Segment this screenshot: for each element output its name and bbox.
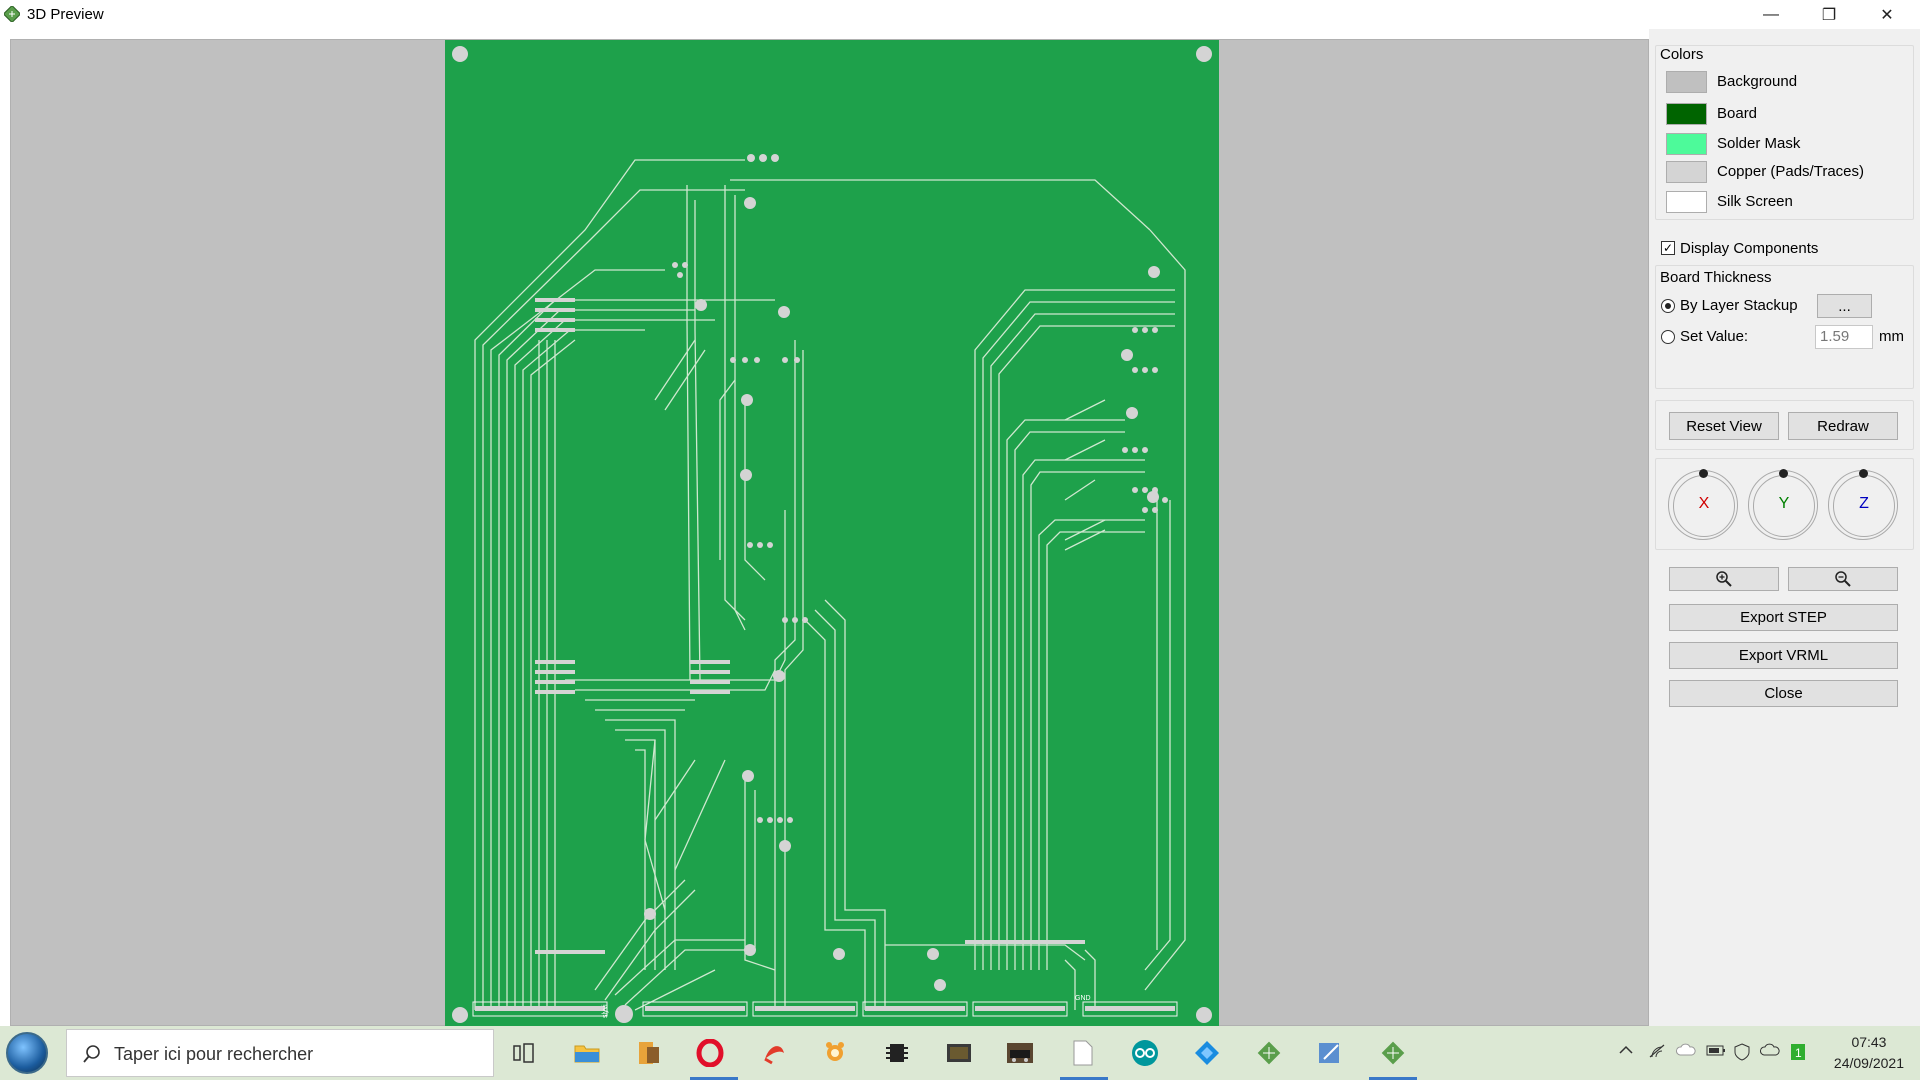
z-rotation-dial[interactable]: Z: [1828, 469, 1898, 540]
board-thickness-title: Board Thickness: [1660, 269, 1772, 286]
office-app-icon[interactable]: [632, 1036, 666, 1070]
silk-tag-label: slyvi: [602, 1004, 609, 1018]
clock-time: 07:43: [1851, 1034, 1887, 1050]
close-button[interactable]: Close: [1669, 680, 1898, 707]
zoom-out-icon: [1835, 571, 1851, 587]
title-bar: 3D Preview — ❐ ✕: [0, 0, 1920, 29]
task-view-icon[interactable]: [507, 1036, 541, 1070]
pcb-designer-icon[interactable]: [1252, 1036, 1286, 1070]
display-components-checkbox[interactable]: ✓: [1661, 241, 1675, 255]
opera-browser-icon[interactable]: [693, 1036, 727, 1070]
color-swatch-background[interactable]: [1666, 71, 1707, 93]
colors-title: Colors: [1660, 46, 1704, 63]
chip-tool-icon[interactable]: [880, 1036, 914, 1070]
by-layer-stackup-label: By Layer Stackup: [1680, 297, 1798, 314]
export-step-button[interactable]: Export STEP: [1669, 604, 1898, 631]
app-icon: [4, 6, 20, 22]
redraw-button[interactable]: Redraw: [1788, 412, 1898, 440]
svg-text:1: 1: [1795, 1046, 1802, 1060]
color-label: Solder Mask: [1717, 135, 1801, 152]
display-components-label: Display Components: [1680, 240, 1819, 257]
silk-gnd-label: GND: [1075, 995, 1091, 1002]
by-layer-stackup-radio[interactable]: [1661, 299, 1675, 313]
color-swatch-board[interactable]: [1666, 103, 1707, 125]
layer-stackup-button[interactable]: ...: [1817, 294, 1872, 318]
search-placeholder: Taper ici pour rechercher: [114, 1044, 314, 1064]
set-value-label: Set Value:: [1680, 328, 1749, 345]
z-dial-label: Z: [1859, 495, 1869, 512]
color-label: Board: [1717, 105, 1758, 122]
taskbar-clock[interactable]: 07:43 24/09/2021: [1834, 1032, 1904, 1074]
window-title: 3D Preview: [27, 6, 104, 23]
blank-document-icon[interactable]: [1066, 1036, 1100, 1070]
onedrive-cloud-icon[interactable]: [1676, 1043, 1696, 1061]
y-rotation-dial[interactable]: Y: [1748, 469, 1818, 540]
pdf-reader-icon[interactable]: [757, 1036, 791, 1070]
restore-button[interactable]: ❐: [1800, 0, 1858, 29]
thickness-unit-label: mm: [1879, 328, 1904, 345]
y-dial-knob[interactable]: [1779, 469, 1788, 478]
close-window-button[interactable]: ✕: [1858, 0, 1916, 29]
network-cloud-icon[interactable]: [1760, 1043, 1780, 1061]
reset-view-button[interactable]: Reset View: [1669, 412, 1779, 440]
zoom-in-icon: [1716, 571, 1732, 587]
wifi-icon[interactable]: [1648, 1043, 1666, 1063]
schematic-editor-icon[interactable]: [1313, 1036, 1347, 1070]
x-rotation-dial[interactable]: X: [1668, 469, 1738, 540]
thickness-value-field[interactable]: 1.59: [1815, 325, 1873, 349]
minimize-button[interactable]: —: [1742, 0, 1800, 29]
clock-date: 24/09/2021: [1833, 1055, 1904, 1071]
x-dial-knob[interactable]: [1699, 469, 1708, 478]
arduino-ide-icon[interactable]: [1128, 1036, 1162, 1070]
security-shield-icon[interactable]: [1734, 1043, 1750, 1065]
terminal-app-icon[interactable]: [942, 1036, 976, 1070]
search-icon: [83, 1045, 100, 1063]
taskbar: Taper ici pour rechercher 1 07:43 24/09/…: [0, 1026, 1920, 1080]
color-label: Background: [1717, 73, 1798, 90]
x-dial-label: X: [1698, 495, 1710, 512]
show-hidden-icons-chevron[interactable]: [1618, 1043, 1634, 1060]
z-dial-knob[interactable]: [1859, 469, 1868, 478]
sketch-app-icon[interactable]: [1190, 1036, 1224, 1070]
set-value-radio[interactable]: [1661, 330, 1675, 344]
color-swatch-copper-pads-traces[interactable]: [1666, 161, 1707, 183]
zoom-in-button[interactable]: [1669, 567, 1779, 591]
train-app-icon[interactable]: [1003, 1036, 1037, 1070]
pcb-board[interactable]: GND slyvi: [445, 40, 1219, 1027]
3d-viewport[interactable]: GND slyvi: [10, 39, 1649, 1027]
color-swatch-solder-mask[interactable]: [1666, 133, 1707, 155]
color-swatch-silk-screen[interactable]: [1666, 191, 1707, 213]
taskbar-search[interactable]: Taper ici pour rechercher: [66, 1029, 494, 1077]
zoom-out-button[interactable]: [1788, 567, 1898, 591]
notification-badge-icon[interactable]: 1: [1790, 1043, 1806, 1065]
color-label: Copper (Pads/Traces): [1717, 163, 1864, 180]
control-panel: Colors Background Board Solder Mask Copper …: [1649, 29, 1920, 1026]
start-button[interactable]: [6, 1032, 48, 1074]
file-explorer-icon[interactable]: [570, 1036, 604, 1070]
export-vrml-button[interactable]: Export VRML: [1669, 642, 1898, 669]
color-label: Silk Screen: [1717, 193, 1793, 210]
image-viewer-icon[interactable]: [818, 1036, 852, 1070]
3d-preview-taskbar-icon[interactable]: [1376, 1036, 1410, 1070]
battery-icon[interactable]: [1706, 1043, 1726, 1061]
y-dial-label: Y: [1778, 495, 1790, 512]
